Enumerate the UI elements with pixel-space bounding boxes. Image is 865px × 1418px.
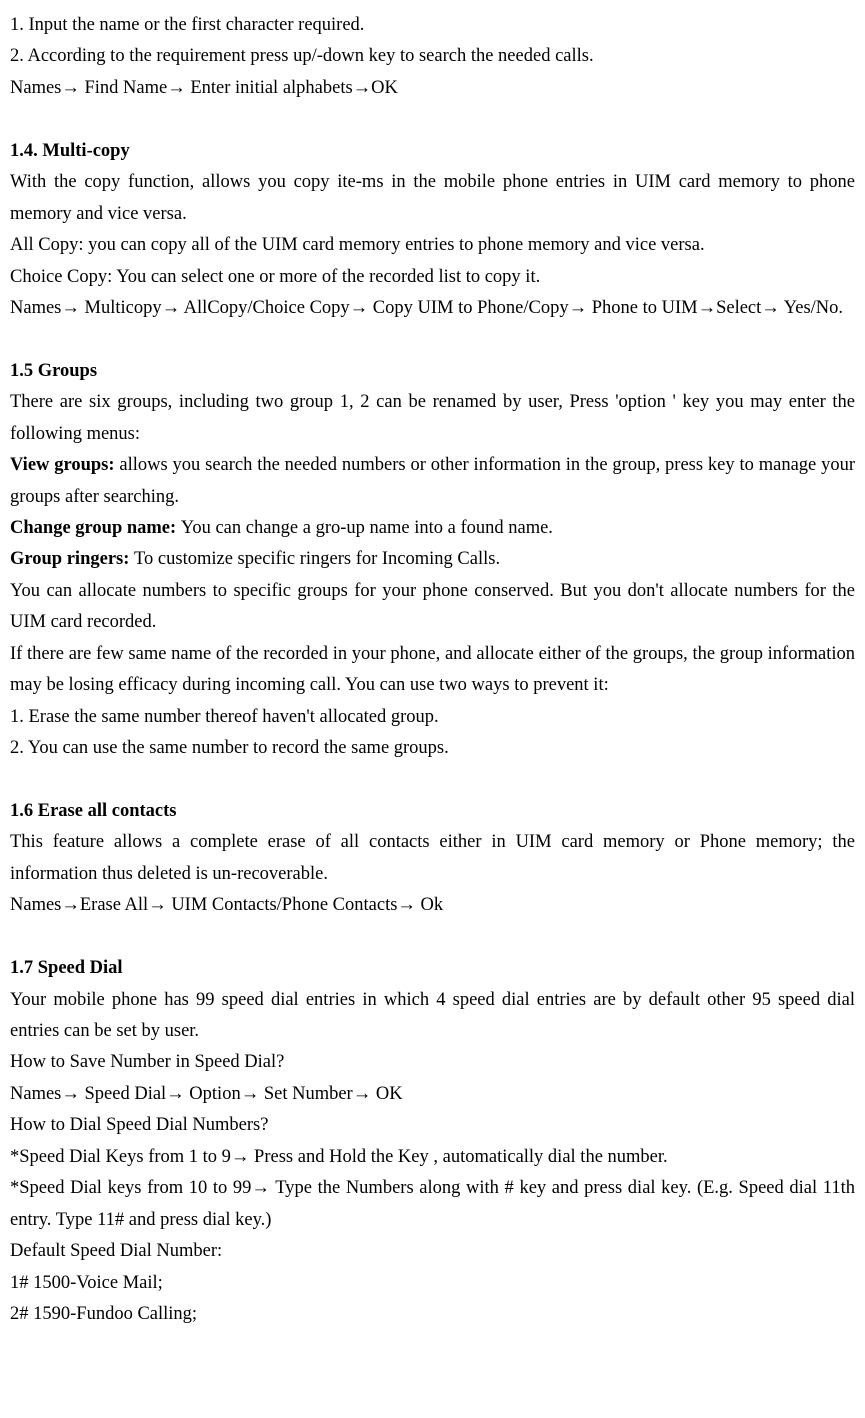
body-text: Names→ Multicopy→ AllCopy/Choice Copy→ C…: [10, 293, 855, 324]
body-text: allows you search the needed numbers or …: [10, 455, 855, 506]
body-text: *Speed Dial keys from 10 to 99→ Type the…: [10, 1173, 855, 1236]
body-text: You can change a gro-up name into a foun…: [181, 518, 553, 538]
body-text: Change group name: You can change a gro-…: [10, 513, 855, 544]
body-text: 1# 1500-Voice Mail;: [10, 1268, 855, 1299]
body-text: 2. According to the requirement press up…: [10, 41, 855, 72]
body-text: 2# 1590-Fundoo Calling;: [10, 1299, 855, 1330]
body-text: Names→ Speed Dial→ Option→ Set Number→ O…: [10, 1079, 855, 1110]
body-text: There are six groups, including two grou…: [10, 387, 855, 450]
section-heading: 1.6 Erase all contacts: [10, 796, 855, 827]
section-heading: 1.7 Speed Dial: [10, 953, 855, 984]
body-text: Default Speed Dial Number:: [10, 1236, 855, 1267]
body-text: 1. Erase the same number thereof haven't…: [10, 702, 855, 733]
body-text: This feature allows a complete erase of …: [10, 827, 855, 890]
body-text: You can allocate numbers to specific gro…: [10, 576, 855, 639]
blank-line: [10, 324, 855, 355]
body-text: 1. Input the name or the first character…: [10, 10, 855, 41]
term-label: Group ringers:: [10, 549, 134, 569]
section-heading: 1.4. Multi-copy: [10, 136, 855, 167]
body-text: 2. You can use the same number to record…: [10, 733, 855, 764]
body-text: Choice Copy: You can select one or more …: [10, 262, 855, 293]
body-text: Group ringers: To customize specific rin…: [10, 544, 855, 575]
body-text: If there are few same name of the record…: [10, 639, 855, 702]
body-text: Names→ Find Name→ Enter initial alphabet…: [10, 73, 855, 104]
body-text: All Copy: you can copy all of the UIM ca…: [10, 230, 855, 261]
body-text: With the copy function, allows you copy …: [10, 167, 855, 230]
term-label: Change group name:: [10, 518, 181, 538]
body-text: How to Save Number in Speed Dial?: [10, 1047, 855, 1078]
blank-line: [10, 765, 855, 796]
body-text: To customize specific ringers for Incomi…: [134, 549, 500, 569]
body-text: *Speed Dial Keys from 1 to 9→ Press and …: [10, 1142, 855, 1173]
body-text: View groups: allows you search the neede…: [10, 450, 855, 513]
body-text: How to Dial Speed Dial Numbers?: [10, 1110, 855, 1141]
blank-line: [10, 104, 855, 135]
term-label: View groups:: [10, 455, 119, 475]
body-text: Your mobile phone has 99 speed dial entr…: [10, 985, 855, 1048]
blank-line: [10, 922, 855, 953]
body-text: Names→Erase All→ UIM Contacts/Phone Cont…: [10, 890, 855, 921]
section-heading: 1.5 Groups: [10, 356, 855, 387]
